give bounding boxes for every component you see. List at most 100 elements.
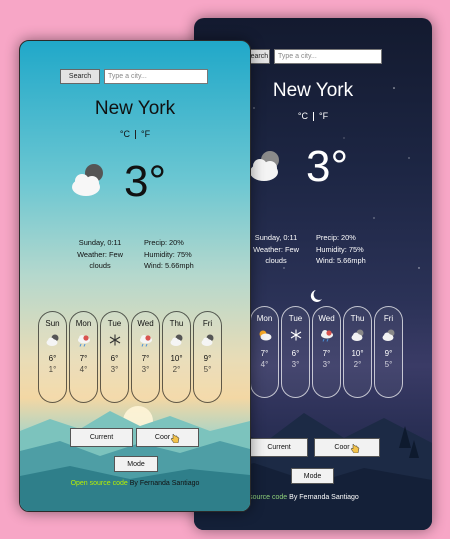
search-bar: Search Type a city... bbox=[244, 49, 382, 64]
current-location-button[interactable]: Current bbox=[70, 428, 133, 447]
cloudy-night-icon bbox=[201, 334, 215, 347]
forecast-high-temp: 6° bbox=[48, 354, 57, 363]
forecast-day-card: Mon 7° 4° bbox=[69, 311, 98, 403]
forecast-day-card: Fri 9° 5° bbox=[193, 311, 222, 403]
forecast-low-temp: 3° bbox=[322, 360, 331, 369]
cloudy-night-icon bbox=[46, 334, 60, 347]
forecast-day-card: Thu 10° 2° bbox=[343, 306, 372, 398]
city-name: New York bbox=[94, 98, 176, 119]
forecast-high-temp: 9° bbox=[384, 349, 393, 358]
forecast-low-temp: 2° bbox=[172, 365, 181, 374]
forecast-day-card: Tue 6° 3° bbox=[100, 311, 129, 403]
forecast-high-temp: 10° bbox=[170, 354, 183, 363]
fahrenheit-toggle[interactable]: °F bbox=[319, 111, 328, 121]
hand-cursor-icon bbox=[350, 442, 359, 453]
forecast-day-card: Wed 7° 3° bbox=[312, 306, 341, 398]
forecast-day-name: Fri bbox=[383, 314, 394, 323]
precipitation: Precip: 20% bbox=[144, 238, 184, 247]
coordinates-button[interactable]: Coor bbox=[136, 428, 199, 447]
coordinates-label: Coor bbox=[154, 434, 171, 441]
mode-toggle-button[interactable]: Mode bbox=[291, 468, 334, 484]
weather-description: Weather: Few bbox=[253, 244, 299, 254]
source-code-link[interactable]: Open source code bbox=[71, 480, 128, 487]
forecast-high-temp: 7° bbox=[79, 354, 88, 363]
coordinates-label: Coor bbox=[334, 444, 350, 451]
current-location-button[interactable]: Current bbox=[250, 438, 308, 457]
forecast-low-temp: 3° bbox=[291, 360, 300, 369]
forecast-high-temp: 6° bbox=[291, 349, 300, 358]
author-credit: By Fernanda Santiago bbox=[129, 480, 200, 487]
forecast-day-card: Thu 10° 2° bbox=[162, 311, 191, 403]
forecast-low-temp: 2° bbox=[353, 360, 362, 369]
search-input[interactable]: Type a city... bbox=[104, 69, 208, 84]
author-credit: By Fernanda Santiago bbox=[289, 494, 359, 501]
search-bar: Search Type a city... bbox=[60, 69, 208, 84]
forecast-low-temp: 3° bbox=[141, 365, 150, 374]
weather-description-cont: clouds bbox=[89, 261, 111, 270]
coordinates-button[interactable]: Coor bbox=[314, 438, 380, 457]
cloudy-night-icon bbox=[382, 329, 396, 342]
rain-icon bbox=[320, 329, 334, 342]
forecast-day-name: Tue bbox=[288, 314, 303, 323]
wind-speed: Wind: 5.66mph bbox=[316, 256, 366, 265]
forecast-low-temp: 1° bbox=[48, 365, 57, 374]
celsius-toggle[interactable]: °C bbox=[120, 129, 130, 139]
search-input[interactable]: Type a city... bbox=[274, 49, 382, 64]
forecast-day-card: Sun 6° 1° bbox=[38, 311, 67, 403]
mode-toggle-button[interactable]: Mode bbox=[114, 456, 158, 472]
date-time: Sunday, 0:11 bbox=[254, 233, 298, 242]
forecast-day-name: Thu bbox=[169, 319, 184, 328]
celsius-toggle[interactable]: °C bbox=[298, 111, 308, 121]
footer: Open source code By Fernanda Santiago bbox=[20, 480, 250, 487]
search-button[interactable]: Search bbox=[60, 69, 100, 84]
weather-description: Weather: Few bbox=[77, 249, 123, 259]
cloudy-night-icon bbox=[170, 334, 184, 347]
precipitation: Precip: 20% bbox=[316, 233, 356, 242]
moon-icon bbox=[310, 290, 322, 302]
forecast-day-name: Tue bbox=[107, 319, 122, 328]
unit-toggle: °C °F bbox=[20, 129, 250, 140]
forecast-high-temp: 7° bbox=[322, 349, 331, 358]
cloudy-night-icon bbox=[351, 329, 365, 342]
forecast-low-temp: 4° bbox=[260, 360, 269, 369]
weather-description-cont: clouds bbox=[265, 256, 287, 265]
current-temperature: 3° bbox=[124, 157, 167, 206]
forecast-low-temp: 4° bbox=[79, 365, 88, 374]
hand-cursor-icon bbox=[170, 432, 180, 443]
light-mode-screen: Search Type a city... New York °C °F 3° S… bbox=[19, 40, 251, 512]
wind-speed: Wind: 5.66mph bbox=[144, 261, 194, 270]
forecast-high-temp: 7° bbox=[141, 354, 150, 363]
forecast-day-name: Fri bbox=[202, 319, 213, 328]
forecast-day-name: Mon bbox=[256, 314, 273, 323]
forecast-high-temp: 10° bbox=[351, 349, 364, 358]
forecast-day-name: Mon bbox=[75, 319, 92, 328]
forecast-day-card: Fri 9° 5° bbox=[374, 306, 403, 398]
forecast-day-name: Wed bbox=[318, 314, 335, 323]
forecast-high-temp: 7° bbox=[260, 349, 269, 358]
forecast-day-card: Wed 7° 3° bbox=[131, 311, 160, 403]
forecast-low-temp: 5° bbox=[203, 365, 212, 374]
forecast-low-temp: 5° bbox=[384, 360, 393, 369]
forecast-day-card: Tue 6° 3° bbox=[281, 306, 310, 398]
forecast-day-name: Thu bbox=[350, 314, 365, 323]
rain-icon bbox=[139, 334, 153, 347]
forecast-list: Mon 7° 4° Tue 6° 3° Wed 7° 3° Thu 10° 2° Fri 9° 5° bbox=[250, 306, 403, 398]
forecast-high-temp: 6° bbox=[110, 354, 119, 363]
date-time: Sunday, 0:11 bbox=[78, 238, 122, 247]
forecast-high-temp: 9° bbox=[203, 354, 212, 363]
snowflake-icon bbox=[290, 329, 302, 342]
forecast-low-temp: 3° bbox=[110, 365, 119, 374]
forecast-day-card: Mon 7° 4° bbox=[250, 306, 279, 398]
cloudy-night-icon bbox=[250, 151, 279, 181]
forecast-day-name: Sun bbox=[45, 319, 60, 328]
humidity: Humidity: 75% bbox=[316, 244, 364, 254]
fahrenheit-toggle[interactable]: °F bbox=[141, 129, 150, 139]
cloudy-night-icon bbox=[72, 164, 103, 196]
snowflake-icon bbox=[109, 334, 121, 347]
humidity: Humidity: 75% bbox=[144, 249, 192, 259]
partly-cloudy-icon bbox=[258, 329, 272, 342]
forecast-day-name: Wed bbox=[137, 319, 154, 328]
current-temperature: 3° bbox=[306, 142, 349, 191]
rain-icon bbox=[77, 334, 91, 347]
forecast-list: Sun 6° 1° Mon 7° 4° Tue 6° 3° Wed 7° 3° Thu 10° 2° Fri 9… bbox=[38, 311, 222, 403]
